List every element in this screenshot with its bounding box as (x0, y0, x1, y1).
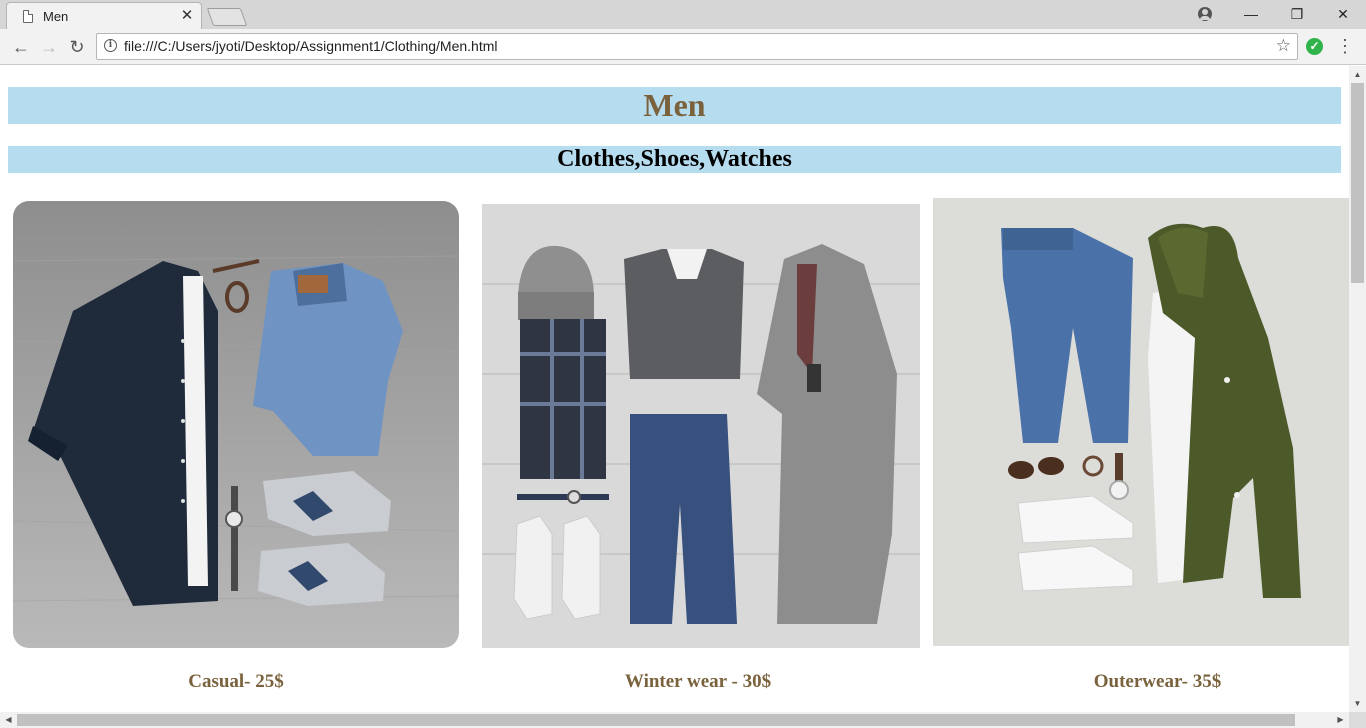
tab-title: Men (43, 9, 69, 24)
product-casual[interactable] (13, 201, 459, 648)
address-bar[interactable]: i file:///C:/Users/jyoti/Desktop/Assignm… (96, 33, 1298, 60)
horizontal-scroll-thumb[interactable] (17, 714, 1295, 726)
product-outerwear[interactable] (933, 198, 1349, 646)
scroll-up-arrow-icon[interactable]: ▲ (1349, 66, 1366, 83)
horizontal-scrollbar[interactable]: ◀ ▶ (0, 712, 1349, 728)
scroll-left-arrow-icon[interactable]: ◀ (0, 712, 17, 728)
profile-icon[interactable] (1198, 7, 1212, 21)
scroll-down-arrow-icon[interactable]: ▼ (1349, 695, 1366, 712)
winter-outfit-image[interactable] (482, 204, 920, 648)
scrollbar-corner (1349, 712, 1366, 728)
page-viewport: Men Clothes,Shoes,Watches Casual- 25$ Wi… (0, 66, 1349, 712)
url-text[interactable]: file:///C:/Users/jyoti/Desktop/Assignmen… (124, 38, 497, 54)
scroll-right-arrow-icon[interactable]: ▶ (1332, 712, 1349, 728)
outerwear-outfit-image[interactable] (933, 198, 1349, 646)
product-caption-outerwear: Outerwear- 35$ (1093, 671, 1222, 692)
tab-close-button[interactable]: ✕ (179, 7, 195, 25)
browser-tab[interactable]: Men ✕ (6, 2, 202, 30)
minimize-button[interactable]: — (1228, 0, 1274, 29)
browser-toolbar: ← → ↻ i file:///C:/Users/jyoti/Desktop/A… (0, 29, 1366, 65)
product-caption-winter: Winter wear - 30$ (624, 671, 772, 692)
new-tab-button[interactable] (206, 8, 248, 26)
bookmark-star-icon[interactable]: ☆ (1276, 36, 1291, 56)
info-icon[interactable]: i (104, 39, 117, 52)
page-title: Men (8, 87, 1341, 124)
close-window-button[interactable]: ✕ (1320, 0, 1366, 29)
product-caption-casual: Casual- 25$ (188, 671, 284, 692)
extension-check-icon[interactable]: ✓ (1306, 38, 1323, 55)
reload-button[interactable]: ↻ (65, 35, 89, 59)
vertical-scroll-thumb[interactable] (1351, 83, 1364, 283)
vertical-scrollbar[interactable]: ▲ ▼ (1349, 66, 1366, 712)
product-winter[interactable] (482, 204, 920, 648)
page-icon (23, 10, 33, 23)
back-button[interactable]: ← (9, 35, 33, 59)
casual-outfit-image[interactable] (13, 201, 459, 648)
page-subtitle: Clothes,Shoes,Watches (8, 146, 1341, 173)
restore-button[interactable]: ❐ (1274, 0, 1320, 29)
browser-title-bar: Men ✕ — ❐ ✕ (0, 0, 1366, 30)
forward-button[interactable]: → (37, 35, 61, 59)
browser-menu-icon[interactable]: ⋮ (1336, 36, 1354, 58)
